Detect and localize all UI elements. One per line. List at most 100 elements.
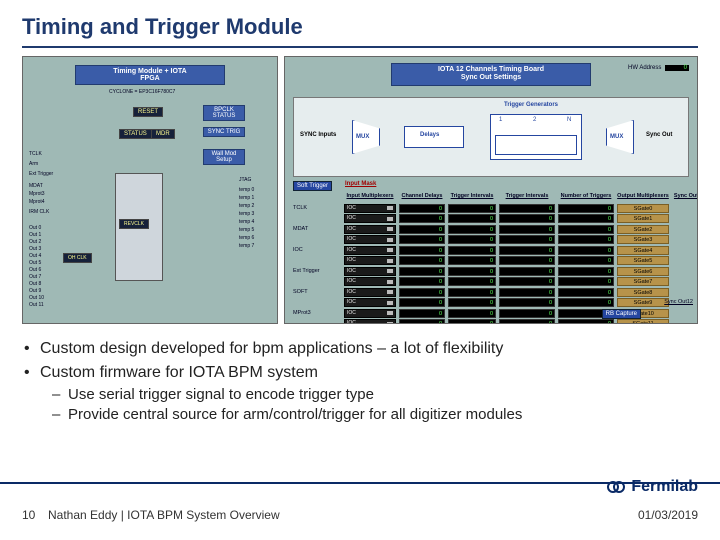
j6: 0	[499, 267, 555, 276]
output-mux-col: Output Multiplexers SGate0 SGate1 SGate2…	[617, 193, 669, 324]
rb-capture-button: RB Capture	[602, 309, 641, 319]
d2: 0	[399, 225, 445, 234]
bullet-2: Custom firmware for IOTA BPM system	[22, 362, 698, 384]
ol-11: Out 11	[29, 302, 44, 308]
i1: 0	[448, 214, 496, 223]
ol-9: Out 9	[29, 288, 41, 294]
d9: 0	[399, 298, 445, 307]
rl3	[293, 235, 341, 244]
j11: 0	[499, 319, 555, 324]
ol-8: Out 8	[29, 281, 41, 287]
rl-4: temp 4	[239, 219, 254, 225]
h0	[293, 193, 341, 202]
rl-0: temp 0	[239, 187, 254, 193]
n3: 0	[558, 235, 614, 244]
h5: Number of Triggers	[558, 193, 614, 202]
row-labels-col: TCLK MDAT IOC Ext Trigger SOFT MProt3	[293, 193, 341, 324]
mux-8: IOC	[344, 288, 396, 297]
mux-7: IOC	[344, 277, 396, 286]
bullet-list: Custom design developed for bpm applicat…	[22, 338, 698, 426]
delays-label: Delays	[420, 132, 439, 138]
mux-in-label: MUX	[356, 134, 369, 140]
channel-grid: TCLK MDAT IOC Ext Trigger SOFT MProt3 In…	[293, 193, 689, 317]
rl-5: temp 5	[239, 227, 254, 233]
signal-flow-diagram: SYNC Inputs MUX Delays Trigger Generator…	[293, 97, 689, 177]
o3: SGate3	[617, 235, 669, 244]
footer: 10 Nathan Eddy | IOTA BPM System Overvie…	[22, 508, 698, 522]
mdr-button: MDR	[151, 129, 175, 139]
synctrig-box: SYNC TRIG	[203, 127, 245, 137]
i0: 0	[448, 204, 496, 213]
n8: 0	[558, 288, 614, 297]
ol-3: Out 3	[29, 246, 41, 252]
o5: SGate5	[617, 256, 669, 265]
d5: 0	[399, 256, 445, 265]
trig-gen-box: 1 2 N	[490, 114, 582, 160]
footer-date: 01/03/2019	[608, 508, 698, 522]
bullet-1: Custom design developed for bpm applicat…	[22, 338, 698, 360]
rl2: MDAT	[293, 225, 341, 234]
sync-inputs-label: SYNC Inputs	[300, 132, 336, 138]
j0: 0	[499, 204, 555, 213]
o4: SGate4	[617, 246, 669, 255]
i9: 0	[448, 298, 496, 307]
intervals2-col: Trigger Intervals 0 0 0 0 0 0 0 0 0 0 0 …	[499, 193, 555, 324]
page-number: 10	[22, 508, 48, 522]
wallmod-box: Wall Mod Setup	[203, 149, 245, 165]
i11: 0	[448, 319, 496, 324]
bullet-2a: Use serial trigger signal to encode trig…	[22, 385, 698, 405]
j10: 0	[499, 309, 555, 318]
diagram-area: Timing Module + IOTA FPGA CYCLONE = EP3C…	[22, 56, 698, 324]
h3: Trigger Intervals	[448, 193, 496, 202]
right-panel: IOTA 12 Channels Timing Board Sync Out S…	[284, 56, 698, 324]
d11: 0	[399, 319, 445, 324]
soft-trigger-button: Soft Trigger	[293, 181, 332, 191]
ll-4: Mprot3	[29, 191, 45, 197]
j3: 0	[499, 235, 555, 244]
o6: SGate6	[617, 267, 669, 276]
tg-n1: 1	[499, 117, 502, 123]
lp-title-2: FPGA	[140, 75, 159, 82]
n5: 0	[558, 256, 614, 265]
mux-1: IOC	[344, 214, 396, 223]
mux-3: IOC	[344, 235, 396, 244]
ll-2: Ext Trigger	[29, 171, 53, 177]
lp-subtitle: CYCLONE = EP3C16F780C7	[109, 89, 175, 95]
sync-out-label: Sync Out	[646, 132, 672, 138]
i3: 0	[448, 235, 496, 244]
d7: 0	[399, 277, 445, 286]
ol-1: Out 1	[29, 232, 41, 238]
i10: 0	[448, 309, 496, 318]
delays-col: Channel Delays 0 0 0 0 0 0 0 0 0 0 0 0	[399, 193, 445, 324]
j8: 0	[499, 288, 555, 297]
mux-5: IOC	[344, 256, 396, 265]
rl0: TCLK	[293, 204, 341, 213]
h2: Channel Delays	[399, 193, 445, 202]
d10: 0	[399, 309, 445, 318]
fermilab-logo-text: Fermilab	[631, 478, 698, 496]
o0: SGate0	[617, 204, 669, 213]
left-panel: Timing Module + IOTA FPGA CYCLONE = EP3C…	[22, 56, 278, 324]
hw-value: 0	[665, 65, 689, 71]
mux-0: IOC	[344, 204, 396, 213]
j7: 0	[499, 277, 555, 286]
j9: 0	[499, 298, 555, 307]
j2: 0	[499, 225, 555, 234]
tg-n2: 2	[533, 117, 536, 123]
mux-6: IOC	[344, 267, 396, 276]
rl5	[293, 256, 341, 265]
right-panel-title: IOTA 12 Channels Timing Board Sync Out S…	[391, 63, 591, 86]
ol-0: Out 0	[29, 225, 41, 231]
n1: 0	[558, 214, 614, 223]
rl-1: temp 1	[239, 195, 254, 201]
ll-6: IRM CLK	[29, 209, 49, 215]
d3: 0	[399, 235, 445, 244]
i5: 0	[448, 256, 496, 265]
bpclk-box: BPCLK STATUS	[203, 105, 245, 121]
j5: 0	[499, 256, 555, 265]
o2: SGate2	[617, 225, 669, 234]
n7: 0	[558, 277, 614, 286]
i6: 0	[448, 267, 496, 276]
j1: 0	[499, 214, 555, 223]
d8: 0	[399, 288, 445, 297]
